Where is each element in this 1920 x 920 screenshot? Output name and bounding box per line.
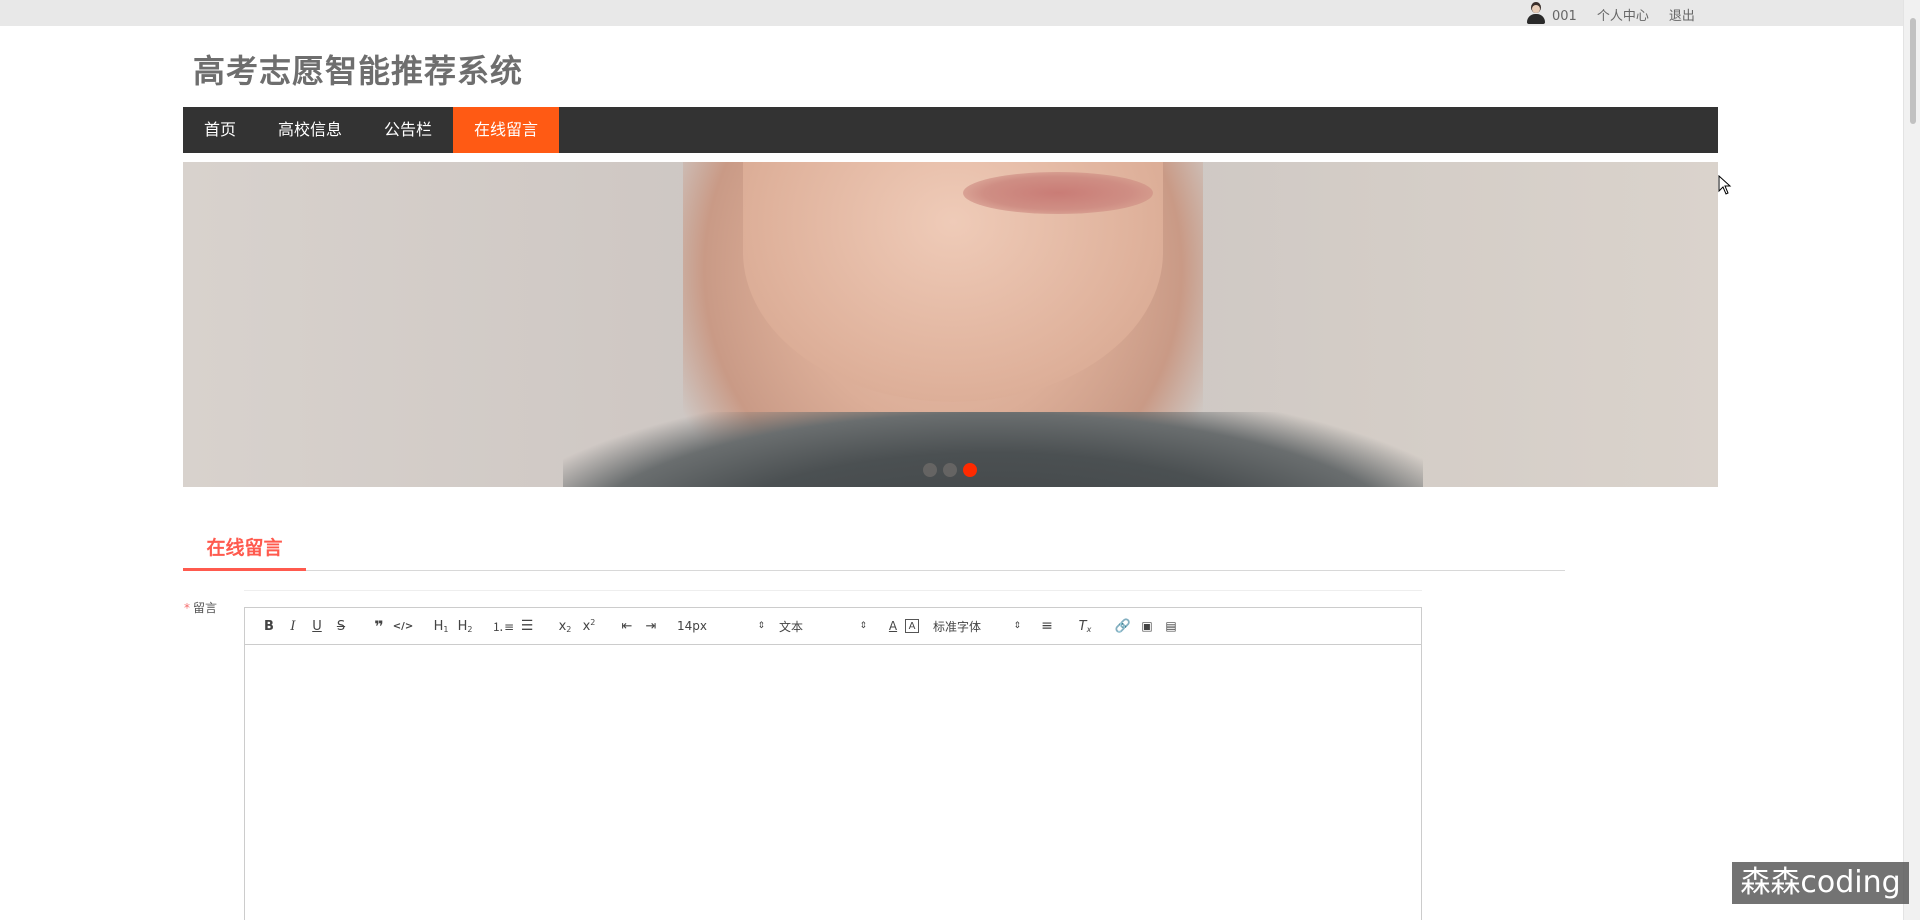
- message-label: 留言: [193, 601, 218, 615]
- logout-link[interactable]: 退出: [1669, 5, 1695, 26]
- section-tabs: 在线留言: [183, 527, 1565, 571]
- scrollbar-thumb[interactable]: [1910, 18, 1916, 124]
- bullet-list-button[interactable]: ☰: [515, 614, 539, 638]
- carousel-dot-3[interactable]: [963, 463, 977, 477]
- nav-item-home[interactable]: 首页: [183, 107, 257, 153]
- indent-button[interactable]: ⇥: [639, 614, 663, 638]
- editor-content-area[interactable]: [245, 645, 1421, 920]
- required-mark: *: [184, 601, 190, 615]
- strikethrough-button[interactable]: S: [329, 614, 353, 638]
- nav-item-announcements[interactable]: 公告栏: [363, 107, 453, 153]
- rich-text-editor: B I U S ❞ </> H1 H2 ⒈≡ ☰ x2 x2 ⇤ ⇥ 14px …: [244, 607, 1422, 920]
- user-avatar-icon[interactable]: [1526, 2, 1546, 24]
- nav-item-online-message[interactable]: 在线留言: [453, 107, 560, 153]
- top-bar: 001 个人中心 退出: [0, 0, 1920, 26]
- header-picker[interactable]: 文本 ⇕: [779, 614, 867, 638]
- background-color-icon[interactable]: A: [905, 619, 919, 633]
- font-family-picker[interactable]: 标准字体 ⇕: [933, 614, 1021, 638]
- nav-item-colleges[interactable]: 高校信息: [257, 107, 363, 153]
- subscript-button[interactable]: x2: [553, 614, 577, 638]
- chevron-updown-icon: ⇕: [757, 621, 765, 631]
- italic-button[interactable]: I: [281, 614, 305, 638]
- bold-button[interactable]: B: [257, 614, 281, 638]
- image-icon[interactable]: ▣: [1135, 614, 1159, 638]
- editor-toolbar: B I U S ❞ </> H1 H2 ⒈≡ ☰ x2 x2 ⇤ ⇥ 14px …: [245, 608, 1421, 645]
- page-scrollbar[interactable]: [1903, 0, 1920, 920]
- outdent-button[interactable]: ⇤: [615, 614, 639, 638]
- code-block-button[interactable]: </>: [391, 614, 415, 638]
- align-icon[interactable]: ≡: [1035, 614, 1059, 638]
- ordered-list-button[interactable]: ⒈≡: [491, 614, 515, 638]
- site-title: 高考志愿智能推荐系统: [193, 52, 524, 90]
- font-size-value: 14px: [677, 619, 707, 633]
- carousel-indicators: [923, 463, 977, 477]
- blockquote-button[interactable]: ❞: [367, 614, 391, 638]
- video-icon[interactable]: ▤: [1159, 614, 1183, 638]
- font-family-value: 标准字体: [933, 619, 982, 634]
- main-nav: 首页 高校信息 公告栏 在线留言: [183, 107, 1718, 153]
- link-icon[interactable]: 🔗: [1111, 614, 1135, 638]
- personal-center-link[interactable]: 个人中心: [1597, 5, 1649, 26]
- clear-format-icon[interactable]: Tx: [1073, 614, 1097, 638]
- font-color-icon[interactable]: A: [881, 614, 905, 638]
- superscript-button[interactable]: x2: [577, 614, 601, 638]
- header-value: 文本: [779, 619, 804, 634]
- chevron-updown-icon: ⇕: [1013, 621, 1021, 631]
- mouse-cursor-icon: [1718, 175, 1732, 195]
- tab-online-message[interactable]: 在线留言: [183, 527, 306, 571]
- carousel-dot-1[interactable]: [923, 463, 937, 477]
- chevron-updown-icon: ⇕: [859, 621, 867, 631]
- font-size-picker[interactable]: 14px ⇕: [677, 614, 765, 638]
- underline-button[interactable]: U: [305, 614, 329, 638]
- watermark: 森森coding: [1732, 862, 1909, 904]
- message-field-label: * 留言: [184, 599, 217, 616]
- username: 001: [1552, 9, 1577, 24]
- heading-1-button[interactable]: H1: [429, 614, 453, 638]
- user-menu: 001 个人中心 退出: [1526, 0, 1695, 26]
- carousel-banner[interactable]: [183, 162, 1718, 487]
- heading-2-button[interactable]: H2: [453, 614, 477, 638]
- carousel-dot-2[interactable]: [943, 463, 957, 477]
